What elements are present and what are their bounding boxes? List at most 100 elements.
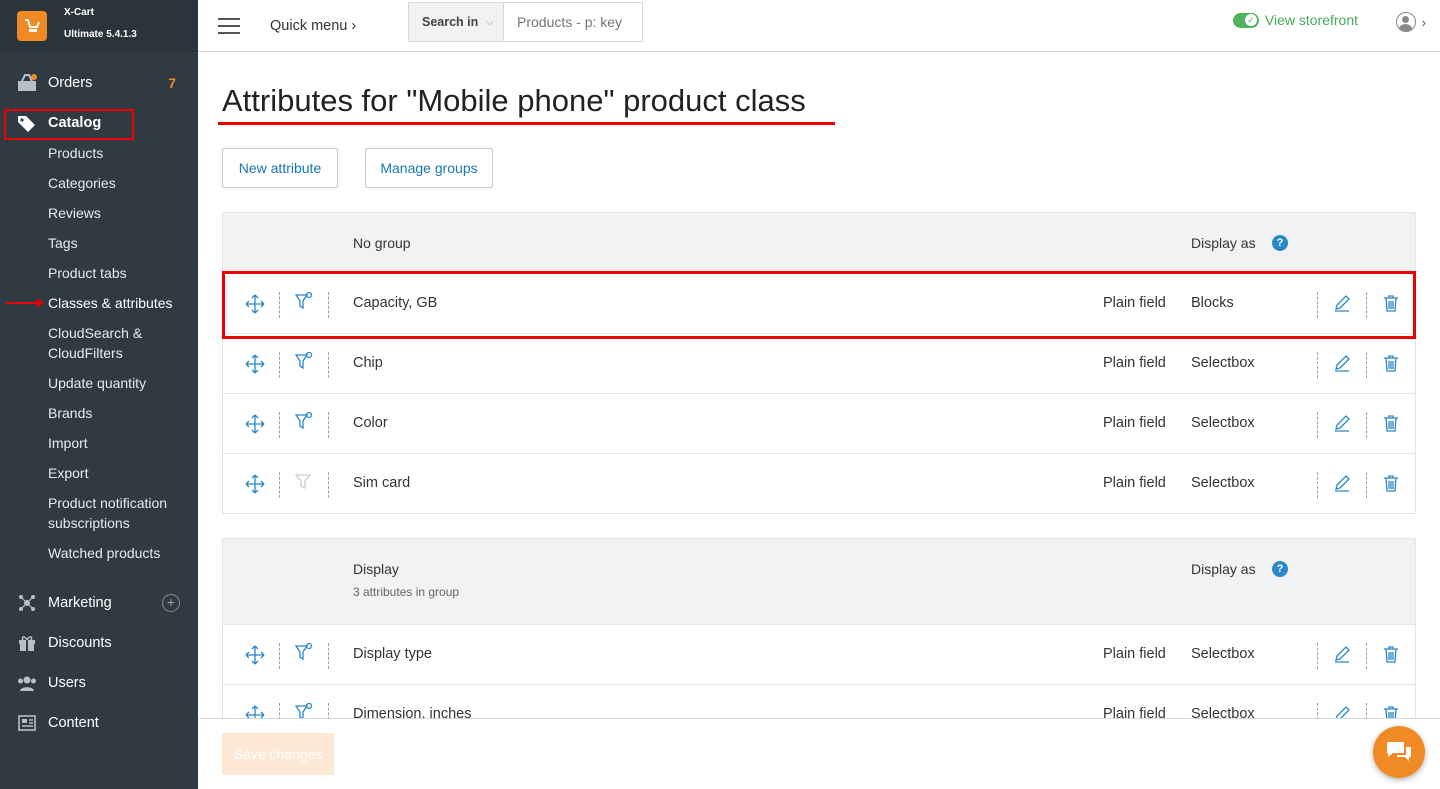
brand: X-Cart Ultimate 5.4.1.3	[0, 0, 198, 52]
sidebar-item-label: Users	[48, 675, 86, 691]
pencil-icon[interactable]	[1333, 474, 1351, 492]
sidebar-subitem-products[interactable]: Products	[0, 138, 198, 168]
bottom-bar: Save changes	[198, 718, 1440, 789]
display-as-header: Display as	[1191, 561, 1256, 577]
attribute-display-as[interactable]: Blocks	[1191, 295, 1234, 311]
sidebar-item-label: Discounts	[48, 635, 112, 651]
filter-icon[interactable]	[294, 351, 313, 372]
attribute-display-as[interactable]: Selectbox	[1191, 646, 1255, 662]
trash-icon[interactable]	[1383, 705, 1399, 718]
main-content: Attributes for "Mobile phone" product cl…	[198, 52, 1440, 718]
brand-name: X-Cart	[64, 7, 95, 18]
sidebar-subitem-update-quantity[interactable]: Update quantity	[0, 368, 198, 398]
title-underline-annotation	[218, 122, 835, 125]
help-icon[interactable]: ?	[1272, 235, 1288, 251]
search-input[interactable]	[504, 3, 642, 41]
user-menu[interactable]: ›	[1395, 12, 1426, 32]
sidebar-subitem-product-tabs[interactable]: Product tabs	[0, 258, 198, 288]
help-icon[interactable]: ?	[1272, 561, 1288, 577]
search-in-dropdown[interactable]: Search in ⌵	[409, 3, 504, 41]
filter-disabled-icon[interactable]	[294, 472, 313, 492]
group-name: Display	[353, 561, 399, 577]
trash-icon[interactable]	[1383, 294, 1399, 312]
pencil-icon[interactable]	[1333, 705, 1351, 718]
save-changes-button[interactable]: Save changes	[222, 733, 334, 775]
sidebar-subitem-brands[interactable]: Brands	[0, 398, 198, 428]
storefront-toggle-icon[interactable]	[1232, 12, 1259, 28]
move-icon[interactable]	[245, 294, 265, 314]
attribute-type: Plain field	[1103, 355, 1166, 371]
sidebar-item-label: Orders	[48, 75, 93, 91]
attribute-display-as[interactable]: Selectbox	[1191, 475, 1255, 491]
sidebar-subitem-tags[interactable]: Tags	[0, 228, 198, 258]
attribute-group-display: Display 3 attributes in group Display as…	[222, 538, 1416, 718]
group-name: No group	[353, 235, 411, 251]
orders-icon	[17, 74, 37, 92]
pencil-icon[interactable]	[1333, 645, 1351, 663]
table-row: Display type Plain field Selectbox	[223, 624, 1415, 684]
sidebar-item-content[interactable]: Content	[0, 708, 198, 738]
attribute-display-as[interactable]: Selectbox	[1191, 415, 1255, 431]
content-icon	[17, 714, 37, 732]
sidebar-subitem-cloudsearch[interactable]: CloudSearch & CloudFilters	[0, 318, 160, 368]
sidebar-item-users[interactable]: Users	[0, 668, 198, 698]
trash-icon[interactable]	[1383, 474, 1399, 492]
filter-icon[interactable]	[294, 642, 313, 663]
filter-icon[interactable]	[294, 702, 313, 718]
move-icon[interactable]	[245, 645, 265, 665]
move-icon[interactable]	[245, 354, 265, 374]
gift-icon	[17, 634, 37, 652]
sidebar-subitem-watched-products[interactable]: Watched products	[0, 538, 198, 568]
filter-icon[interactable]	[294, 291, 313, 312]
sidebar-item-marketing[interactable]: Marketing +	[0, 588, 198, 618]
table-row: Capacity, GB Plain field Blocks	[223, 273, 1415, 333]
sidebar-subitem-categories[interactable]: Categories	[0, 168, 198, 198]
attribute-display-as[interactable]: Selectbox	[1191, 706, 1255, 718]
new-attribute-button[interactable]: New attribute	[222, 148, 338, 188]
sidebar-item-discounts[interactable]: Discounts	[0, 628, 198, 658]
attribute-name[interactable]: Dimension, inches	[353, 706, 471, 718]
attribute-name[interactable]: Display type	[353, 646, 432, 662]
trash-icon[interactable]	[1383, 354, 1399, 372]
topbar: Quick menu › Search in ⌵ View storefront…	[198, 0, 1440, 52]
trash-icon[interactable]	[1383, 414, 1399, 432]
sidebar-subitem-classes-attributes[interactable]: Classes & attributes	[0, 288, 198, 318]
table-row: Chip Plain field Selectbox	[223, 333, 1415, 393]
sidebar-item-catalog[interactable]: Catalog	[0, 108, 198, 140]
pencil-icon[interactable]	[1333, 414, 1351, 432]
table-row: Sim card Plain field Selectbox	[223, 453, 1415, 513]
sidebar-subitem-product-notification[interactable]: Product notification subscriptions	[0, 488, 180, 538]
attribute-name[interactable]: Chip	[353, 355, 383, 371]
table-row: Dimension, inches Plain field Selectbox	[223, 684, 1415, 718]
filter-icon[interactable]	[294, 411, 313, 432]
chat-bubble-icon[interactable]	[1373, 726, 1425, 778]
sidebar: X-Cart Ultimate 5.4.1.3 Orders 7 Catalog…	[0, 0, 198, 789]
xcart-logo-icon[interactable]	[17, 11, 47, 41]
network-icon	[17, 594, 37, 612]
move-icon[interactable]	[245, 414, 265, 434]
quick-menu[interactable]: Quick menu ›	[270, 18, 356, 34]
pencil-icon[interactable]	[1333, 354, 1351, 372]
view-storefront-label: View storefront	[1264, 12, 1358, 28]
attribute-name[interactable]: Capacity, GB	[353, 295, 437, 311]
sidebar-subitem-reviews[interactable]: Reviews	[0, 198, 198, 228]
attribute-display-as[interactable]: Selectbox	[1191, 355, 1255, 371]
trash-icon[interactable]	[1383, 645, 1399, 663]
pencil-icon[interactable]	[1333, 294, 1351, 312]
sidebar-subitem-import[interactable]: Import	[0, 428, 198, 458]
sidebar-item-label: Marketing	[48, 595, 112, 611]
sidebar-subitem-export[interactable]: Export	[0, 458, 198, 488]
attribute-group-no-group: No group Display as ? Capacity, GB Plain…	[222, 212, 1416, 514]
attribute-type: Plain field	[1103, 646, 1166, 662]
attribute-type: Plain field	[1103, 706, 1166, 718]
move-icon[interactable]	[245, 474, 265, 494]
move-icon[interactable]	[245, 705, 265, 718]
hamburger-menu-icon[interactable]	[218, 17, 240, 34]
table-row: Color Plain field Selectbox	[223, 393, 1415, 453]
attribute-name[interactable]: Sim card	[353, 475, 410, 491]
attribute-name[interactable]: Color	[353, 415, 388, 431]
manage-groups-button[interactable]: Manage groups	[365, 148, 493, 188]
expand-plus-icon[interactable]: +	[162, 594, 180, 612]
sidebar-item-orders[interactable]: Orders 7	[0, 68, 198, 98]
view-storefront-link[interactable]: View storefront	[1232, 12, 1358, 28]
